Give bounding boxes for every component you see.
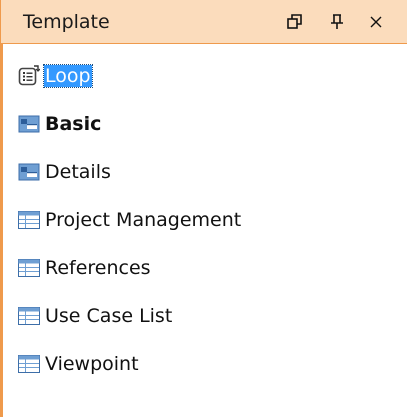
panel-title: Template xyxy=(23,11,110,33)
list-item-viewpoint[interactable]: Viewpoint xyxy=(18,340,242,388)
table-template-icon xyxy=(18,257,40,279)
table-template-icon xyxy=(18,209,40,231)
list-item-basic[interactable]: Basic xyxy=(18,100,242,148)
list-item-use-case-list[interactable]: Use Case List xyxy=(18,292,242,340)
restore-window-icon[interactable] xyxy=(285,12,305,32)
loop-icon xyxy=(18,65,40,87)
form-template-icon xyxy=(18,161,40,183)
list-item-label: Loop xyxy=(43,64,93,88)
panel-left-border xyxy=(0,44,3,417)
list-item-label: Viewpoint xyxy=(45,353,139,375)
list-item-label: Basic xyxy=(45,113,102,135)
pin-icon[interactable] xyxy=(327,12,347,32)
list-item-label: Details xyxy=(45,161,111,183)
list-item-label: Use Case List xyxy=(45,305,173,327)
template-list: Loop Basic Details Project Management Re… xyxy=(18,52,242,388)
list-item-details[interactable]: Details xyxy=(18,148,242,196)
list-item-references[interactable]: References xyxy=(18,244,242,292)
list-item-project-management[interactable]: Project Management xyxy=(18,196,242,244)
panel-titlebar: Template xyxy=(0,0,407,44)
form-template-icon xyxy=(18,113,40,135)
close-icon[interactable] xyxy=(366,12,386,32)
table-template-icon xyxy=(18,353,40,375)
list-item-label: References xyxy=(45,257,151,279)
list-item-label: Project Management xyxy=(45,209,242,231)
table-template-icon xyxy=(18,305,40,327)
template-panel: Template Loop Basic Details Project Mana… xyxy=(0,0,407,417)
list-item-loop[interactable]: Loop xyxy=(18,52,242,100)
